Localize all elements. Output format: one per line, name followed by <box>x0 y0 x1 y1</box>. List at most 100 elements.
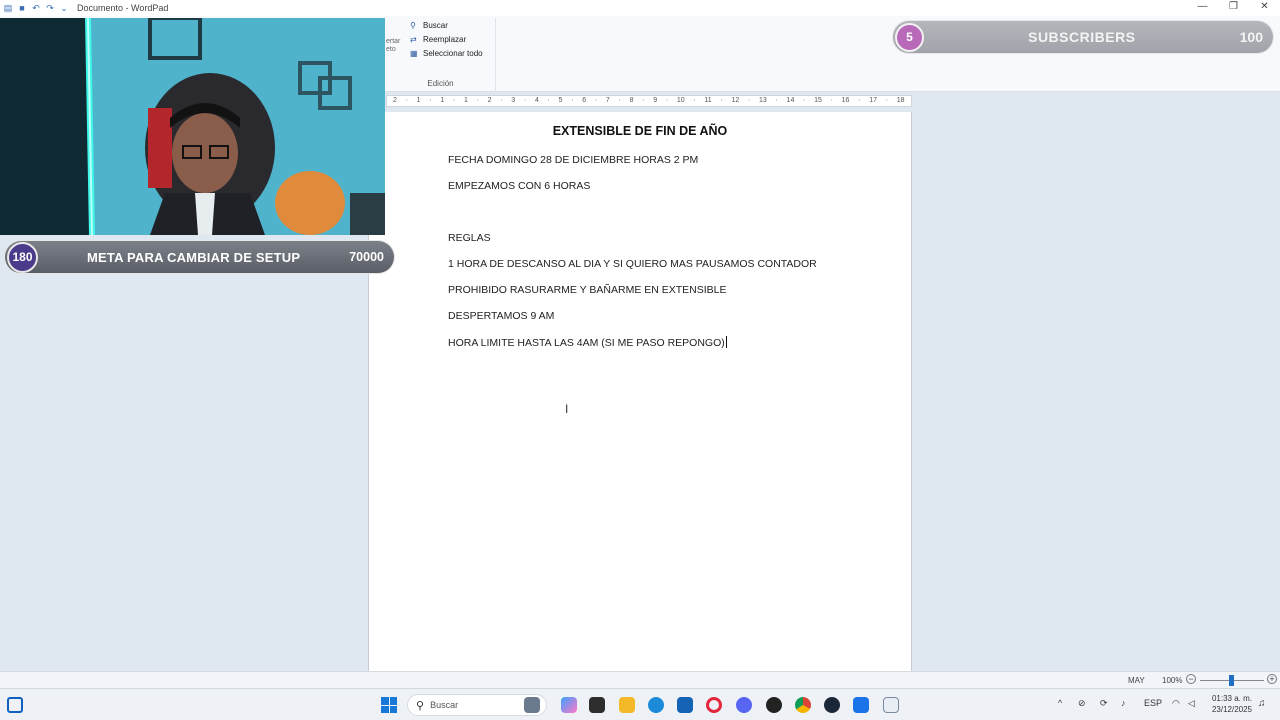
ruler-mark: · <box>476 97 479 104</box>
webcam-overlay <box>0 18 385 235</box>
status-bar: MAY 100% − + <box>0 671 1280 688</box>
search-icon: ⚲ <box>416 699 425 712</box>
clock[interactable]: 01:33 a. m. 23/12/2025 <box>1204 693 1252 715</box>
select-all-button[interactable]: ▦ Seleccionar todo <box>386 46 495 60</box>
ruler-mark: · <box>775 97 778 104</box>
redo-icon[interactable]: ↷ <box>45 3 55 13</box>
select-all-label: Seleccionar todo <box>423 48 483 58</box>
subscribers-goal-target: 100 <box>1239 29 1263 45</box>
zoom-in-button[interactable]: + <box>1267 674 1277 684</box>
ruler-mark: 5 <box>558 97 563 104</box>
opera-icon[interactable] <box>706 697 722 713</box>
ruler-mark: 1 <box>416 97 421 104</box>
edit-group-caption: Edición <box>427 79 454 88</box>
ruler-mark: · <box>803 97 806 104</box>
subscribers-goal-bar: 5 SUBSCRIBERS 100 <box>893 21 1273 53</box>
ruler-mark: 2 <box>393 97 397 104</box>
edge-icon[interactable] <box>648 697 664 713</box>
caps-lock-indicator: MAY <box>1128 676 1145 685</box>
sync-icon[interactable]: ⟳ <box>1100 698 1108 709</box>
document-page[interactable]: EXTENSIBLE DE FIN DE AÑO FECHA DOMINGO 2… <box>368 112 912 672</box>
microphone-icon[interactable]: ♪ <box>1121 698 1126 708</box>
copilot-icon[interactable] <box>561 697 577 713</box>
ruler-mark: 9 <box>653 97 658 104</box>
replace-button[interactable]: ⇄ Reemplazar <box>386 32 495 46</box>
binoculars-icon: ⚲ <box>410 20 416 30</box>
document-line: REGLAS <box>448 232 491 244</box>
ruler-mark: 3 <box>511 97 516 104</box>
ruler-mark: · <box>618 97 621 104</box>
document-line: EMPEZAMOS CON 6 HORAS <box>448 180 591 192</box>
ruler-mark: · <box>720 97 723 104</box>
setup-goal-bar: 180 META PARA CAMBIAR DE SETUP 70000 <box>5 241 394 273</box>
ruler-mark: 11 <box>704 97 712 104</box>
ruler-mark: 16 <box>841 97 850 104</box>
ruler-mark: 1 <box>440 97 445 104</box>
chrome-icon[interactable] <box>795 697 811 713</box>
tray-overflow-chevron-icon[interactable]: ^ <box>1058 698 1062 708</box>
quick-access-toolbar: ▤ ■ ↶ ↷ ⌄ <box>0 3 69 13</box>
taskbar: ⚲ Buscar ^ ⊘ ⟳ ♪ ESP ◠ ◁ 01:33 a. m. 23/… <box>0 688 1280 720</box>
replace-icon: ⇄ <box>410 34 417 44</box>
document-line: FECHA DOMINGO 28 DE DICIEMBRE HORAS 2 PM <box>448 154 699 166</box>
setup-goal-target: 70000 <box>349 250 384 264</box>
window-title: Documento - WordPad <box>77 3 169 13</box>
document-line: 1 HORA DE DESCANSO AL DIA Y SI QUIERO MA… <box>448 258 817 270</box>
store-icon[interactable] <box>677 697 693 713</box>
notification-bell-icon[interactable]: ♫ <box>1258 698 1266 709</box>
widgets-icon[interactable] <box>7 697 23 713</box>
ruler-mark: · <box>547 97 550 104</box>
ruler-mark: · <box>885 97 889 104</box>
search-placeholder: Buscar <box>430 700 459 710</box>
document-line-text: HORA LIMITE HASTA LAS 4AM (SI ME PASO RE… <box>448 337 725 349</box>
ruler-mark: 7 <box>605 97 610 104</box>
find-button[interactable]: ⚲ Buscar <box>386 18 495 32</box>
ruler-mark: 15 <box>814 97 822 104</box>
subscribers-goal-current: 5 <box>895 22 924 52</box>
notes-icon[interactable] <box>853 697 869 713</box>
task-view-icon[interactable] <box>524 697 540 713</box>
ruler-mark: 17 <box>869 97 877 104</box>
zoom-level: 100% <box>1162 676 1183 685</box>
document-line: DESPERTAMOS 9 AM <box>448 310 555 322</box>
save-icon[interactable]: ■ <box>17 3 27 13</box>
ruler-mark: · <box>830 97 833 104</box>
subscribers-goal-label: SUBSCRIBERS <box>1028 29 1136 45</box>
ruler-mark: · <box>858 97 861 104</box>
ruler-mark: 2 <box>487 97 492 104</box>
ruler-mark: · <box>523 97 527 104</box>
setup-goal-label: META PARA CAMBIAR DE SETUP <box>87 249 301 265</box>
select-all-icon: ▦ <box>410 48 418 58</box>
minimize-button[interactable]: — <box>1187 0 1218 16</box>
clock-date: 23/12/2025 <box>1211 705 1252 714</box>
ruler-mark: · <box>594 97 598 104</box>
wordpad-app-icon[interactable]: ▤ <box>3 3 13 13</box>
zoom-slider-thumb[interactable] <box>1229 675 1234 686</box>
document-line-last: HORA LIMITE HASTA LAS 4AM (SI ME PASO RE… <box>448 336 727 349</box>
undo-icon[interactable]: ↶ <box>31 3 41 13</box>
language-indicator[interactable]: ESP <box>1144 698 1162 708</box>
ibeam-cursor-icon: I <box>565 402 569 416</box>
setup-goal-current: 180 <box>7 241 38 273</box>
wordpad-taskbar-icon[interactable] <box>883 697 899 713</box>
volume-icon[interactable]: ◁ <box>1188 698 1195 709</box>
close-button[interactable]: ✕ <box>1249 0 1280 16</box>
clock-time: 01:33 a. m. <box>1211 694 1252 703</box>
steam-icon[interactable] <box>824 697 840 713</box>
customize-chevron-icon[interactable]: ⌄ <box>59 3 69 13</box>
ruler-mark: 18 <box>896 97 905 104</box>
terminal-icon[interactable] <box>589 697 605 713</box>
zoom-out-button[interactable]: − <box>1186 674 1196 684</box>
restore-button[interactable]: ❐ <box>1218 0 1249 16</box>
file-explorer-icon[interactable] <box>619 697 635 713</box>
wifi-icon[interactable]: ◠ <box>1172 698 1180 709</box>
ruler[interactable]: 2 · 1 · 1 · 1 · 2 · 3 · 4 · 5 · 6 · 7 · 8 · 9 · 10 · 11 · 12 · 13 · 14 · 1… <box>386 95 912 107</box>
obs-icon[interactable] <box>766 697 782 713</box>
ruler-mark: 14 <box>786 97 795 104</box>
ruler-mark: · <box>429 97 432 104</box>
start-button[interactable] <box>381 697 397 713</box>
discord-icon[interactable] <box>736 697 752 713</box>
ruler-mark: 13 <box>759 97 767 104</box>
network-icon[interactable]: ⊘ <box>1078 698 1086 709</box>
ruler-mark: 12 <box>731 97 740 104</box>
